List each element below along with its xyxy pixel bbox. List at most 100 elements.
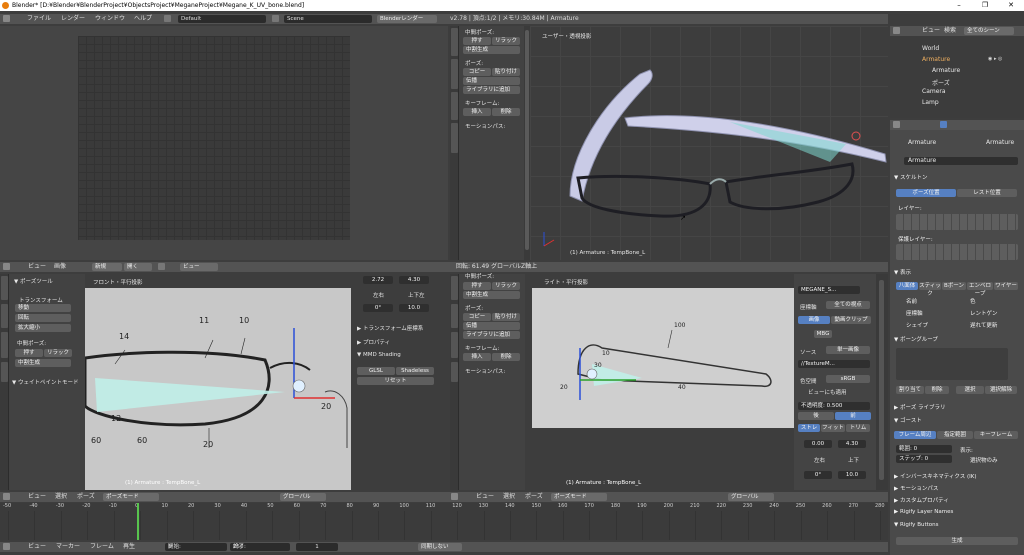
end-frame-field[interactable]: 終了: 250 [230,543,290,551]
envelope-button[interactable]: エンベロープ [967,282,993,297]
menu-view[interactable]: ビュー [476,492,494,502]
visibility-icons[interactable]: ◉ ▸ ◎ [988,56,1018,62]
outliner-item-armature-data[interactable]: Armature [932,67,960,74]
toolshelf-tabs-left[interactable] [0,274,9,490]
fit-button[interactable]: フィット [821,424,845,432]
glsl-button[interactable]: GLSL [357,367,395,375]
shadeless-button[interactable]: Shadeless [396,367,434,375]
rigify-layers-panel[interactable]: ▶ Rigify Layer Names [894,509,953,515]
armature-name-field[interactable]: Armature [904,157,1018,165]
menu-help[interactable]: ヘルプ [134,14,152,24]
start-frame-field[interactable]: 開始: 1 [165,543,227,551]
open-image-button[interactable]: 開く [124,263,152,271]
bbone-button[interactable]: Bボーン [942,282,966,290]
coord-select[interactable]: 全ての視点 [826,301,870,309]
push-button[interactable]: 押す [15,349,43,357]
menu-file[interactable]: ファイル [27,14,51,24]
uv-grid[interactable] [78,36,350,240]
paste-pose-button[interactable]: 貼り付け [492,68,520,76]
colorspace-select[interactable]: sRGB [826,375,870,383]
editor-type-icon[interactable] [3,493,10,500]
xray-checkbox[interactable]: レントゲン [970,309,998,317]
offset-x-field[interactable]: 0.00 [804,440,832,448]
front-button[interactable]: 前 [835,412,871,420]
relax-button[interactable]: リラック [44,349,72,357]
move-button[interactable]: 移動 [15,304,71,312]
outliner-item-lamp[interactable]: Lamp [922,99,939,106]
timeline[interactable]: -50-40-30-20-100102030405060708090100110… [0,503,888,540]
playhead[interactable] [136,503,139,540]
crop-button[interactable]: トリム [846,424,870,432]
selected-only-checkbox[interactable]: 選択物のみ [970,456,998,464]
paste-pose-button[interactable]: 貼り付け [492,313,520,321]
pose-position-button[interactable]: ポーズ位置 [896,189,956,197]
colors-checkbox[interactable]: 色 [970,297,976,305]
menu-select[interactable]: 選択 [55,492,67,502]
mode-select[interactable]: ポーズモード [551,493,607,501]
viewport-right-ortho[interactable]: 100 10 30 40 20 ライト・平行投影 (1) Armature : … [532,274,794,490]
keyframes-button[interactable]: キーフレーム [974,431,1018,439]
menu-view[interactable]: ビュー [28,542,46,552]
display-panel[interactable]: ▼ 表示 [894,268,911,276]
uv-editor[interactable] [0,26,448,260]
mmd-shading-panel[interactable]: ▼ MMD Shading [357,352,401,358]
pose-tools-title[interactable]: ▼ ポーズツール [14,277,53,285]
menu-pose[interactable]: ポーズ [77,492,95,502]
reset-button[interactable]: リセット [357,377,434,385]
menu-playback[interactable]: 再生 [123,542,135,552]
menu-window[interactable]: ウィンドウ [95,14,125,24]
image-name-field[interactable]: MEGANE_S... [798,286,860,294]
image-tab-button[interactable]: 画像 [798,316,830,324]
viewport-user-perspective[interactable]: ユーザー・透視投影 ↗ (1) Armature : TempBone_L [530,26,888,260]
outliner-display-select[interactable]: 全てのシーン [964,27,1014,35]
ghost-step-field[interactable]: ステップ: 0 [896,455,952,463]
outliner-item-armature[interactable]: Armature [922,56,950,63]
relax-button[interactable]: リラック [492,282,520,290]
layer-grid[interactable] [896,214,1018,230]
propagate-button[interactable]: 伝播 [463,77,520,85]
size-field[interactable]: 10.0 [838,471,866,479]
uv-view-select[interactable]: ビュー [180,263,218,271]
flip-x-label[interactable]: 左右 [373,291,384,299]
outliner-search[interactable]: 検索 [944,26,956,36]
minimize-button[interactable]: – [948,0,970,11]
generate-button[interactable]: 生成 [896,537,1018,545]
menu-select[interactable]: 選択 [503,492,515,502]
editor-type-icon[interactable] [3,15,10,22]
rest-position-button[interactable]: レスト位置 [957,189,1017,197]
shapes-checkbox[interactable]: シェイプ [906,321,928,329]
editor-type-icon[interactable] [3,263,10,270]
view-apply-checkbox[interactable]: ビューにも適用 [808,388,847,396]
add-to-library-button[interactable]: ライブラリに追加 [463,86,520,94]
scene-select[interactable]: Scene [284,15,372,23]
scale-button[interactable]: 拡大縮小 [15,324,71,332]
propagate-button[interactable]: 伝播 [463,322,520,330]
copy-pose-button[interactable]: コピー [463,313,491,321]
current-frame-field[interactable]: 1 [296,543,338,551]
push-button[interactable]: 押す [463,37,491,45]
push-button[interactable]: 押す [463,282,491,290]
editor-type-icon[interactable] [3,543,10,550]
toolshelf-tabs-top[interactable] [450,26,459,260]
bg-size[interactable]: 10.0 [399,304,429,312]
render-engine-select[interactable]: Blenderレンダー [377,15,437,23]
protected-layer-grid[interactable] [896,244,1018,260]
breakdown-button[interactable]: 中割生成 [15,359,71,367]
new-image-button[interactable]: 新規 [92,263,122,271]
movie-clip-button[interactable]: 動画クリップ [831,316,871,324]
offset-y-field[interactable]: 4.30 [838,440,866,448]
layout-select[interactable]: Default [178,15,266,23]
copy-pose-button[interactable]: コピー [463,68,491,76]
breakdown-button[interactable]: 中割生成 [463,291,520,299]
skeleton-panel[interactable]: ▼ スケルトン [894,173,927,181]
orientation-select[interactable]: グローバル [280,493,326,501]
transform-orientation-panel[interactable]: ▶ トランスフォーム座標系 [357,324,423,332]
pose-library-panel[interactable]: ▶ ポーズ ライブラリ [894,403,945,411]
opacity-field[interactable]: 不透明度: 0.500 [798,402,870,410]
flip-x-label[interactable]: 左右 [814,456,825,464]
properties-panel[interactable]: ▶ プロパティ [357,338,390,346]
uv-menu-image[interactable]: 画像 [54,262,66,272]
menu-render[interactable]: レンダー [61,14,85,24]
breakdown-button[interactable]: 中割生成 [463,46,520,54]
menu-marker[interactable]: マーカー [56,542,80,552]
